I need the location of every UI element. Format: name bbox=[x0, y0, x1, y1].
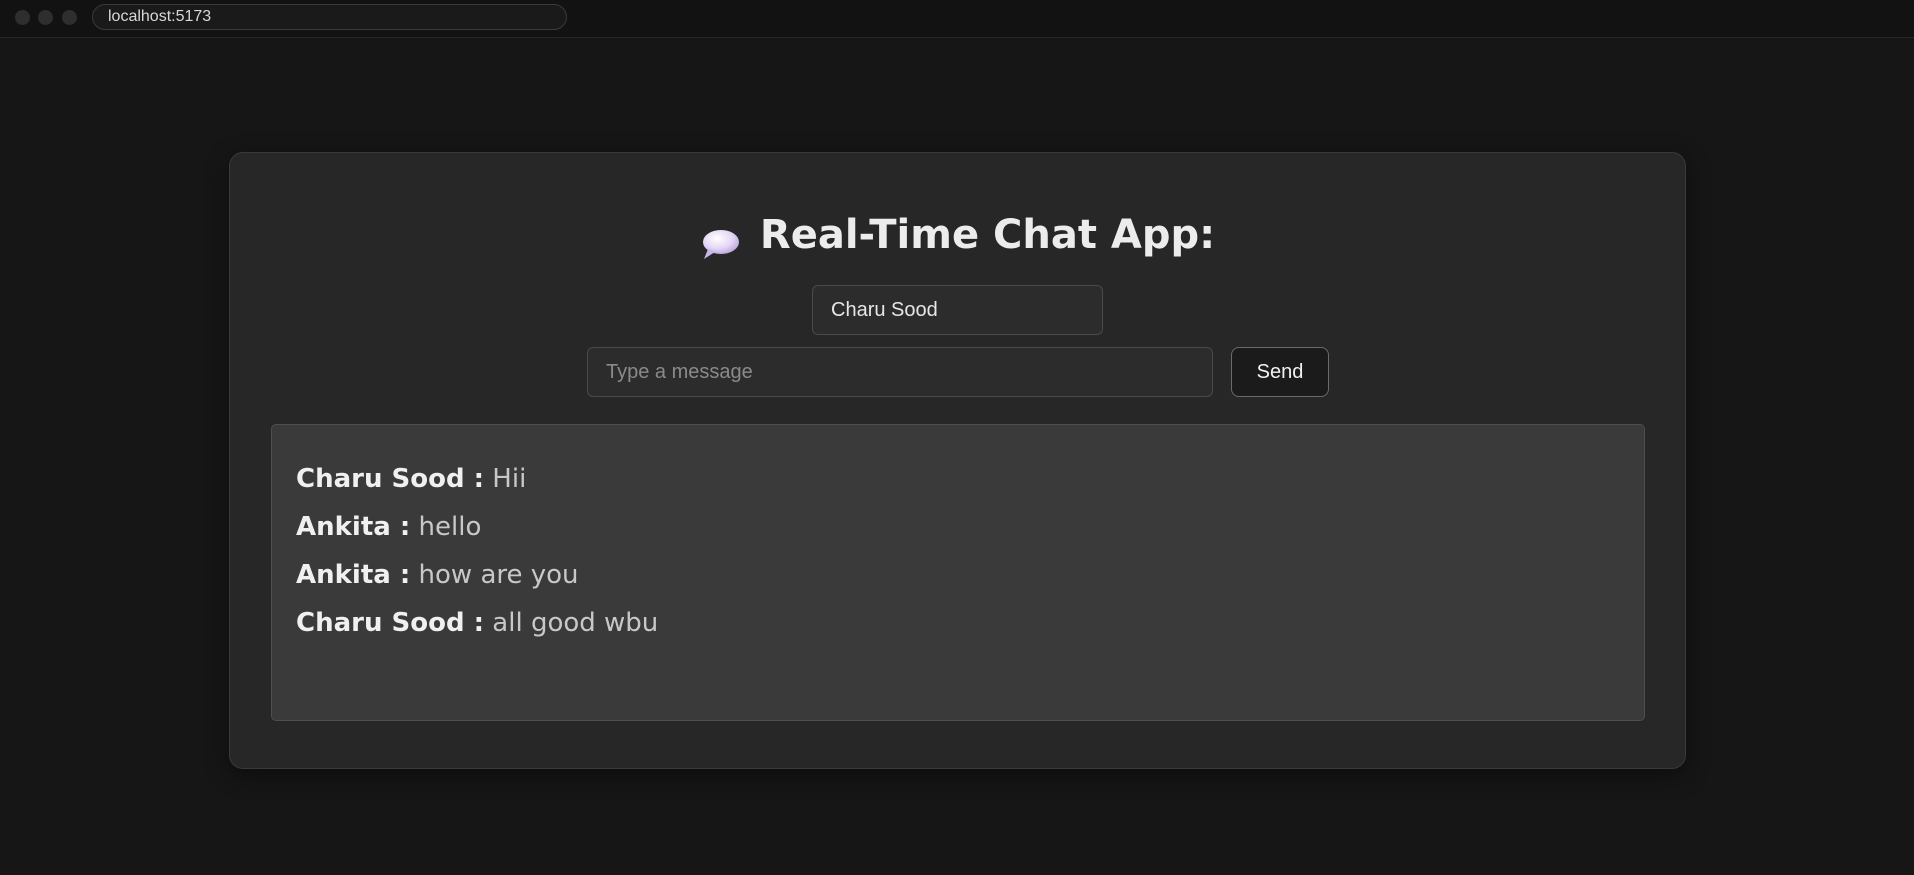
username-input[interactable] bbox=[812, 285, 1103, 335]
message-text: all good wbu bbox=[492, 608, 659, 638]
messages-panel: Charu Sood : Hii Ankita : hello Ankita :… bbox=[271, 424, 1645, 721]
browser-toolbar: localhost:5173 bbox=[0, 0, 1914, 38]
message-sender: Ankita : bbox=[296, 560, 411, 590]
message-item: Ankita : hello bbox=[296, 503, 1620, 551]
page-title-text: Real-Time Chat App: bbox=[759, 212, 1216, 258]
message-item: Charu Sood : Hii bbox=[296, 455, 1620, 503]
message-text: hello bbox=[418, 512, 482, 542]
message-item: Charu Sood : all good wbu bbox=[296, 599, 1620, 647]
message-item: Ankita : how are you bbox=[296, 551, 1620, 599]
message-sender: Charu Sood : bbox=[296, 464, 485, 494]
chat-card: Real-Time Chat App: Send Charu Sood : Hi… bbox=[229, 152, 1686, 769]
page-title: Real-Time Chat App: bbox=[230, 205, 1685, 265]
message-input[interactable] bbox=[587, 347, 1213, 397]
send-button[interactable]: Send bbox=[1231, 347, 1329, 397]
window-minimize-dot[interactable] bbox=[38, 10, 53, 25]
message-sender: Charu Sood : bbox=[296, 608, 485, 638]
speech-bubble-icon bbox=[700, 218, 740, 259]
window-maximize-dot[interactable] bbox=[62, 10, 77, 25]
window-close-dot[interactable] bbox=[15, 10, 30, 25]
message-sender: Ankita : bbox=[296, 512, 411, 542]
message-text: Hii bbox=[492, 464, 527, 494]
message-text: how are you bbox=[418, 560, 579, 590]
address-bar[interactable]: localhost:5173 bbox=[92, 4, 567, 30]
